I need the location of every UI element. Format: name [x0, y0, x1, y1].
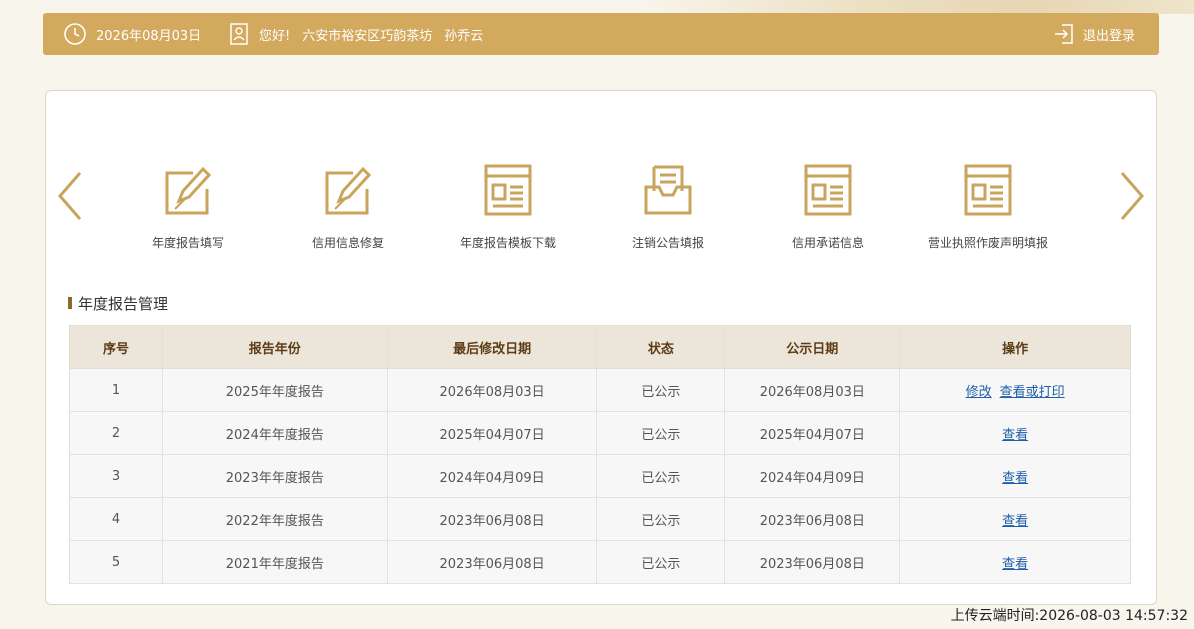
cell-status: 已公示 [596, 540, 726, 584]
nav-item-annual-report[interactable]: 年度报告填写 [108, 163, 268, 263]
logout-label: 退出登录 [1082, 28, 1135, 44]
nav-item-label: 年度报告模板下载 [459, 236, 556, 250]
inbox-icon [644, 165, 692, 215]
annual-report-table: 序号 报告年份 最后修改日期 状态 公示日期 操作 1 2025年年度报告 20… [69, 325, 1131, 584]
date-text: 2026年08月03日 [96, 28, 202, 44]
view-print-link[interactable]: 查看或打印 [1000, 385, 1065, 400]
view-link[interactable]: 查看 [1002, 514, 1028, 529]
nav-carousel: 年度报告填写 信用信息修复 年度报告模板下载 注销公告填报 信用承诺信息 营业执… [46, 163, 1158, 263]
top-decoration [640, 0, 1194, 14]
cell-no: 3 [69, 454, 163, 498]
cell-year: 2021年年度报告 [161, 540, 388, 584]
nav-item-label: 注销公告填报 [631, 236, 704, 250]
cell-modified: 2023年06月08日 [386, 540, 598, 584]
cell-actions: 查看 [899, 497, 1131, 541]
cell-year: 2024年年度报告 [161, 411, 388, 455]
cell-actions: 查看 [899, 454, 1131, 498]
cell-published: 2026年08月03日 [724, 368, 901, 412]
cell-status: 已公示 [596, 454, 726, 498]
document-icon [964, 164, 1012, 216]
table-row: 4 2022年年度报告 2023年06月08日 已公示 2023年06月08日 … [69, 497, 1131, 541]
cell-no: 5 [69, 540, 163, 584]
cell-modified: 2026年08月03日 [386, 368, 598, 412]
view-link[interactable]: 查看 [1002, 471, 1028, 486]
nav-item-cancellation-notice[interactable]: 注销公告填报 [588, 163, 748, 263]
section-title: 年度报告管理 [68, 294, 169, 313]
edit-icon [325, 166, 372, 215]
user-name: 孙乔云 [444, 28, 484, 44]
cell-status: 已公示 [596, 497, 726, 541]
cell-year: 2025年年度报告 [161, 368, 388, 412]
table-header-row: 序号 报告年份 最后修改日期 状态 公示日期 操作 [69, 325, 1131, 369]
nav-item-credit-repair[interactable]: 信用信息修复 [268, 163, 428, 263]
column-header: 最后修改日期 [386, 325, 598, 369]
cell-year: 2022年年度报告 [161, 497, 388, 541]
cell-actions: 查看 [899, 411, 1131, 455]
nav-item-template-download[interactable]: 年度报告模板下载 [428, 163, 588, 263]
cell-no: 2 [69, 411, 163, 455]
cell-actions: 查看 [899, 540, 1131, 584]
nav-item-label: 营业执照作废声明填报 [927, 236, 1048, 250]
logout-button[interactable]: 退出登录 [1053, 13, 1135, 55]
section-marker [68, 297, 72, 309]
upload-time: 上传云端时间:2026-08-03 14:57:32 [950, 608, 1188, 624]
cell-published: 2025年04月07日 [724, 411, 901, 455]
cell-published: 2023年06月08日 [724, 497, 901, 541]
cell-year: 2023年年度报告 [161, 454, 388, 498]
view-link[interactable]: 查看 [1002, 428, 1028, 443]
id-card-icon [229, 23, 249, 45]
nav-item-label: 信用信息修复 [311, 236, 384, 250]
company-name: 六安市裕安区巧韵茶坊 [302, 28, 433, 44]
date-display: 2026年08月03日 [63, 13, 201, 55]
cell-modified: 2025年04月07日 [386, 411, 598, 455]
cell-actions: 修改 查看或打印 [899, 368, 1131, 412]
top-bar: 2026年08月03日 您好! 六安市裕安区巧韵茶坊 孙乔云 退出登录 [43, 13, 1159, 55]
column-header: 状态 [596, 325, 726, 369]
cell-status: 已公示 [596, 368, 726, 412]
nav-item-license-void[interactable]: 营业执照作废声明填报 [908, 163, 1068, 263]
section-title-text: 年度报告管理 [78, 294, 169, 313]
column-header: 序号 [69, 325, 163, 369]
view-link[interactable]: 查看 [1002, 557, 1028, 572]
document-icon [804, 164, 852, 216]
cell-no: 4 [69, 497, 163, 541]
nav-item-credit-commitment[interactable]: 信用承诺信息 [748, 163, 908, 263]
cell-modified: 2024年04月09日 [386, 454, 598, 498]
cell-no: 1 [69, 368, 163, 412]
table-row: 2 2024年年度报告 2025年04月07日 已公示 2025年04月07日 … [69, 411, 1131, 455]
cell-published: 2024年04月09日 [724, 454, 901, 498]
column-header: 报告年份 [161, 325, 388, 369]
clock-icon [63, 22, 87, 46]
document-icon [484, 164, 532, 216]
nav-item-label: 信用承诺信息 [791, 236, 864, 250]
edit-link[interactable]: 修改 [966, 385, 992, 400]
main-panel: 年度报告填写 信用信息修复 年度报告模板下载 注销公告填报 信用承诺信息 营业执… [45, 90, 1157, 605]
column-header: 操作 [899, 325, 1131, 369]
cell-modified: 2023年06月08日 [386, 497, 598, 541]
cell-published: 2023年06月08日 [724, 540, 901, 584]
column-header: 公示日期 [724, 325, 901, 369]
table-row: 3 2023年年度报告 2024年04月09日 已公示 2024年04月09日 … [69, 454, 1131, 498]
user-info: 您好! 六安市裕安区巧韵茶坊 孙乔云 [229, 13, 483, 55]
cell-status: 已公示 [596, 411, 726, 455]
logout-icon [1053, 23, 1075, 45]
table-row: 1 2025年年度报告 2026年08月03日 已公示 2026年08月03日 … [69, 368, 1131, 412]
edit-icon [165, 166, 212, 215]
greeting-text: 您好! [259, 28, 291, 44]
nav-item-label: 年度报告填写 [151, 236, 224, 250]
table-row: 5 2021年年度报告 2023年06月08日 已公示 2023年06月08日 … [69, 540, 1131, 584]
